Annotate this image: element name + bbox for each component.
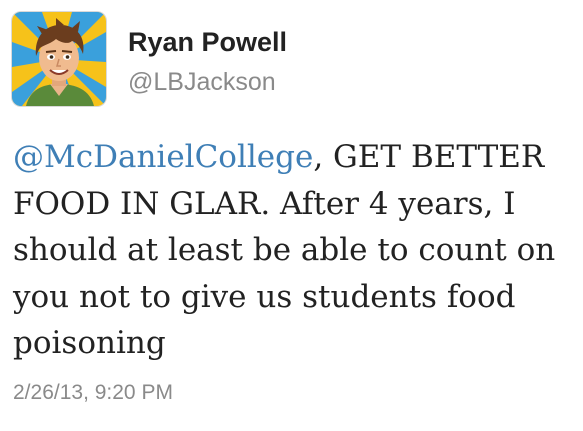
tweet-text-fragment: , GET BETTER <box>313 139 545 175</box>
user-handle[interactable]: @LBJackson <box>128 66 287 98</box>
tweet-text-line: poisoning <box>13 325 166 361</box>
user-block: Ryan Powell @LBJackson <box>128 26 287 98</box>
tweet-text: @McDanielCollege, GET BETTER FOOD IN GLA… <box>13 134 573 367</box>
tweet-timestamp[interactable]: 2/26/13, 9:20 PM <box>13 380 173 406</box>
tweet-text-line: @McDanielCollege, GET BETTER <box>13 134 573 181</box>
tweet-text-line: FOOD IN GLAR. After 4 years, I <box>13 185 516 222</box>
tweet-card: Ryan Powell @LBJackson @McDanielCollege,… <box>0 0 583 431</box>
tweet-text-line: should at least be able to count on <box>13 232 556 268</box>
avatar[interactable] <box>12 12 106 106</box>
tweet-text-line: you not to give us students food <box>13 278 516 315</box>
mention-link[interactable]: @McDanielCollege <box>13 139 313 175</box>
display-name[interactable]: Ryan Powell <box>128 26 287 58</box>
cartoon-avatar-icon <box>12 12 106 106</box>
